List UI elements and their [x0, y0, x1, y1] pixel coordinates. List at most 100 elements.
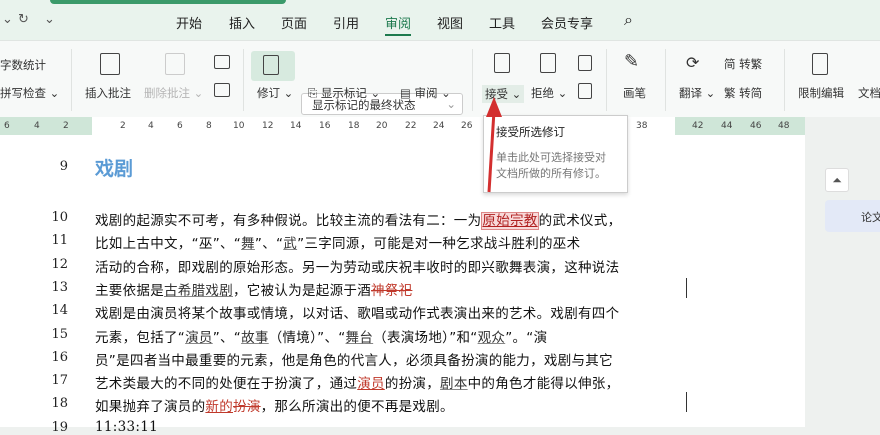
revision-mark: 原始宗教 — [481, 212, 539, 230]
revision-mark: 舞台 — [345, 329, 374, 346]
next-change-icon[interactable] — [578, 83, 592, 99]
text-line[interactable]: 主要依据是古希腊戏剧，它被认为是起源于酒神祭祀 — [95, 279, 412, 299]
translate-label: 翻译 — [679, 86, 702, 100]
text-segment: ”、“ — [254, 236, 284, 253]
restrict-edit-icon — [812, 53, 828, 75]
tab-insert[interactable]: 插入 — [229, 13, 255, 32]
ruler-tick: 20 — [376, 121, 388, 131]
tab-review[interactable]: 审阅 — [385, 13, 412, 36]
collapse-panel-button[interactable]: ⏶ — [825, 168, 849, 192]
text-segment: 主要依据是 — [95, 282, 164, 299]
reject-icon — [540, 53, 556, 73]
tab-references[interactable]: 引用 — [333, 13, 359, 32]
track-changes-label: 修订 — [257, 86, 280, 100]
text-line[interactable]: 戏剧是由演员将某个故事或情境，以对话、歌唱或动作式表演出来的艺术。戏剧有四个 — [95, 302, 619, 322]
ruler-tick: 44 — [721, 121, 733, 131]
text-segment: ”。“演 — [505, 329, 548, 346]
line-number: 18 — [51, 396, 68, 412]
search-icon[interactable]: ⌕ — [624, 10, 633, 30]
ruler-tick: 14 — [290, 121, 302, 131]
tab-page[interactable]: 页面 — [281, 13, 307, 32]
document-button[interactable]: 文档 — [858, 85, 880, 101]
to-traditional-button[interactable]: 简 转繁 — [724, 56, 762, 72]
tab-view[interactable]: 视图 — [437, 13, 463, 32]
to-simplified-button[interactable]: 繁 转简 — [724, 85, 762, 101]
text-segment: 如果抛弃了演员的 — [95, 399, 206, 416]
text-segment: 活动的合称，即戏剧的原始形态。另一为劳动或庆祝丰收时的即兴歌舞表演，这种说法 — [95, 259, 620, 276]
text-segment: ，它被认为是起源于酒 — [233, 282, 371, 299]
restrict-edit-button[interactable]: 限制编辑 — [798, 85, 844, 101]
heading: 戏剧 — [95, 158, 134, 180]
text-segment: ”三字同源，可能是对一种乞求战斗胜利的巫术 — [297, 236, 581, 253]
tooltip-title: 接受所选修订 — [496, 125, 565, 139]
text-line[interactable]: 活动的合称，即戏剧的原始形态。另一为劳动或庆祝丰收时的即兴歌舞表演，这种说法 — [95, 256, 619, 276]
prev-comment-icon[interactable] — [214, 55, 230, 69]
ribbon: 字数统计 拼写检查 ⌄ 插入批注 删除批注 ⌄ 修订 ⌄ 显示标记的最终状态 ⌄ … — [0, 40, 880, 117]
text-segment: 艺术类最大的不同的处便在于扮演了，通过 — [95, 376, 358, 393]
thesis-panel-button[interactable]: 论文 — [825, 200, 880, 232]
show-markup-button[interactable]: ⎘ 显示标记 ⌄ — [308, 85, 380, 101]
text-segment: 的扮演， — [384, 376, 441, 393]
ruler-tick: 2 — [120, 121, 126, 131]
pen-icon: ✎ — [624, 51, 640, 72]
reject-button[interactable]: 拒绝 ⌄ — [531, 85, 567, 101]
line-number: 16 — [51, 349, 68, 365]
ruler-tick: 24 — [433, 121, 445, 131]
text-line[interactable]: 比如上古中文，“巫”、“舞”、“武”三字同源，可能是对一种乞求战斗胜利的巫术 — [95, 232, 580, 252]
text-segment: （表演场地）”和“ — [373, 329, 478, 346]
more-icon[interactable]: ⌄ — [44, 12, 55, 27]
ruler-tick: 46 — [750, 121, 762, 131]
window-accent — [50, 0, 286, 4]
ruler-tick: 22 — [405, 121, 417, 131]
ruler-tick: 8 — [206, 121, 212, 131]
spell-check-button[interactable]: 拼写检查 ⌄ — [0, 85, 59, 101]
word-count-button[interactable]: 字数统计 — [0, 57, 46, 73]
ruler-tick: 4 — [148, 121, 154, 131]
text-line[interactable]: 艺术类最大的不同的处便在于扮演了，通过演员的扮演，剧本中的角色才能得以伸张， — [95, 372, 619, 392]
revision-mark: 古希腊戏剧 — [164, 282, 233, 299]
accept-icon — [494, 53, 510, 73]
ruler-tick: 18 — [348, 121, 360, 131]
thesis-label: 论文 — [861, 211, 880, 224]
spell-check-label: 拼写检查 — [0, 86, 46, 100]
track-changes-icon[interactable] — [251, 51, 295, 81]
pen-button[interactable]: 画笔 — [623, 85, 646, 101]
text-segment: 比如上古中文，“巫”、“ — [95, 236, 242, 253]
text-segment: 戏剧的起源实不可考，有多种假说。比较主流的看法有二：一为 — [95, 213, 482, 229]
show-markup-label: 显示标记 — [320, 86, 367, 100]
tab-tools[interactable]: 工具 — [489, 13, 515, 32]
tab-home[interactable]: 开始 — [176, 13, 202, 32]
line-number: 12 — [51, 256, 68, 272]
text-line[interactable]: 元素，包括了“演员”、“故事（情境）”、“舞台（表演场地）”和“观众”。“演 — [95, 326, 547, 346]
text-segment: ，那么所演出的便不再是戏剧。 — [260, 399, 454, 416]
ruler-tick: 2 — [63, 121, 69, 131]
ruler-tick: 12 — [262, 121, 274, 131]
text-line[interactable]: 如果抛弃了演员的新的扮演，那么所演出的便不再是戏剧。 — [95, 395, 454, 415]
text-segment: 员”是四者当中最重要的元素，他是角色的代言人，必须具备扮演的能力，戏剧与其它 — [95, 352, 613, 369]
text-line[interactable]: 员”是四者当中最重要的元素，他是角色的代言人，必须具备扮演的能力，戏剧与其它 — [95, 349, 613, 369]
line-number: 10 — [51, 210, 68, 225]
undo-dropdown-icon[interactable]: ⌄ — [2, 12, 13, 27]
review-pane-button[interactable]: ▤ 审阅 ⌄ — [400, 85, 451, 101]
text-segment: 的武术仪式， — [538, 213, 622, 229]
tooltip-description: 单击此处可选择接受对文档所做的所有修订。 — [496, 151, 606, 180]
reject-label: 拒绝 — [531, 86, 554, 100]
insert-comment-button[interactable]: 插入批注 — [85, 85, 131, 101]
translate-button[interactable]: 翻译 ⌄ — [679, 85, 715, 101]
revision-mark: 舞 — [241, 236, 255, 253]
ruler-tick: 10 — [233, 121, 245, 131]
delete-comment-label: 删除批注 — [144, 86, 190, 100]
change-bar — [686, 278, 687, 298]
next-comment-icon[interactable] — [214, 83, 230, 97]
ruler[interactable]: 6 4 2 2 4 6 8 10 12 14 16 18 20 22 24 26… — [0, 117, 805, 135]
ruler-tick: 6 — [4, 121, 10, 131]
text-line[interactable]: 戏剧的起源实不可考，有多种假说。比较主流的看法有二：一为原始宗教的武术仪式， — [95, 209, 622, 230]
delete-comment-icon — [165, 53, 185, 75]
revision-mark: 演员 — [185, 329, 213, 346]
tab-member[interactable]: 会员专享 — [541, 13, 593, 32]
redo-icon[interactable]: ↻ — [18, 12, 29, 27]
text-segment: ”、“ — [212, 329, 242, 346]
ruler-tick: 26 — [461, 121, 473, 131]
prev-change-icon[interactable] — [578, 55, 592, 71]
track-changes-button[interactable]: 修订 ⌄ — [257, 85, 293, 101]
